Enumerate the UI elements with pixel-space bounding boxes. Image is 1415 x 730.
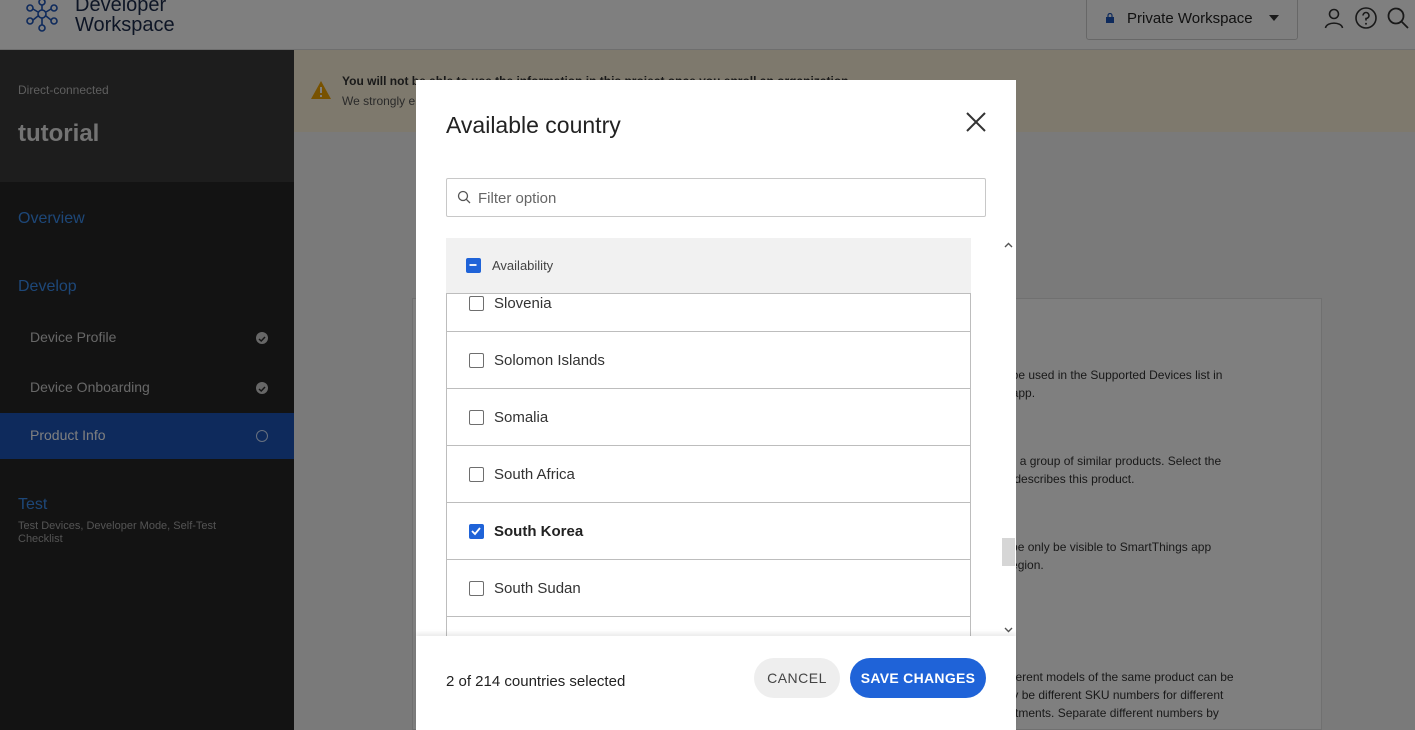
list-scrollbar[interactable] [1001, 238, 1016, 636]
country-checkbox[interactable] [469, 524, 484, 539]
select-all-checkbox[interactable] [466, 258, 481, 273]
country-name: South Korea [494, 523, 584, 540]
country-checkbox[interactable] [469, 410, 484, 425]
country-checkbox[interactable] [469, 353, 484, 368]
country-name: Slovenia [494, 295, 552, 312]
country-name: Somalia [494, 409, 549, 426]
list-item[interactable]: South Sudan [446, 560, 971, 617]
list-item[interactable]: Solomon Islands [446, 332, 971, 389]
dialog-title: Available country [446, 112, 621, 138]
cancel-button[interactable]: CANCEL [754, 658, 840, 698]
chevron-up-icon[interactable] [1003, 240, 1014, 251]
country-checkbox[interactable] [469, 296, 484, 311]
country-checkbox[interactable] [469, 467, 484, 482]
selected-count: 2 of 214 countries selected [446, 673, 626, 690]
scrollbar-thumb[interactable] [1002, 538, 1015, 566]
country-name: South Africa [494, 466, 575, 483]
search-icon [457, 190, 471, 204]
available-country-dialog: Available country Availability Slovenia … [416, 80, 1016, 730]
country-list: Availability Slovenia Solomon Islands So… [446, 238, 971, 636]
filter-input[interactable] [478, 187, 968, 209]
chevron-down-icon[interactable] [1003, 624, 1014, 635]
list-item[interactable]: South Africa [446, 446, 971, 503]
country-rows: Slovenia Solomon Islands Somalia South A… [446, 275, 971, 636]
dialog-footer: 2 of 214 countries selected CANCEL SAVE … [416, 636, 1016, 730]
country-name: Solomon Islands [494, 352, 605, 369]
filter-field [446, 178, 986, 217]
close-icon[interactable] [964, 110, 988, 134]
country-checkbox[interactable] [469, 581, 484, 596]
list-item[interactable] [446, 617, 971, 636]
save-changes-button[interactable]: SAVE CHANGES [850, 658, 986, 698]
availability-label: Availability [492, 258, 554, 273]
country-name: South Sudan [494, 580, 581, 597]
availability-header: Availability [446, 238, 971, 294]
list-item[interactable]: Somalia [446, 389, 971, 446]
list-item[interactable]: South Korea [446, 503, 971, 560]
